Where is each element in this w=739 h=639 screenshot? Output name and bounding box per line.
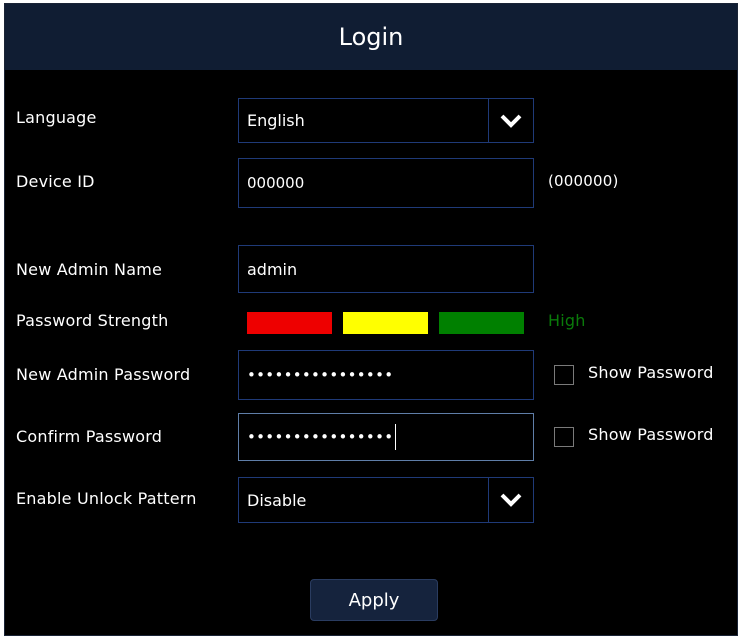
chevron-down-icon[interactable] [488,99,533,142]
admin-password-input[interactable]: •••••••••••••••• [238,350,534,400]
dialog-title: Login [338,23,404,51]
language-label: Language [16,108,97,127]
admin-name-input[interactable]: admin [238,245,534,293]
show-password-label[interactable]: Show Password [588,363,714,382]
password-strength-label: Password Strength [16,311,169,330]
checkbox-unchecked-icon[interactable] [554,427,574,447]
language-value: English [247,111,305,130]
chevron-down-icon[interactable] [488,478,533,522]
unlock-pattern-label: Enable Unlock Pattern [16,489,197,508]
text-caret [395,424,397,450]
admin-password-label: New Admin Password [16,365,191,384]
admin-password-value: •••••••••••••••• [247,366,394,384]
strength-level-text: High [548,311,586,330]
confirm-password-value: •••••••••••••••• [247,428,394,446]
admin-name-label: New Admin Name [16,260,163,279]
unlock-pattern-value: Disable [247,490,307,510]
confirm-password-input[interactable]: •••••••••••••••• [238,413,534,461]
unlock-pattern-select[interactable]: Disable [238,477,534,523]
admin-name-value: admin [247,259,298,279]
language-select[interactable]: English [238,98,534,143]
device-id-value: 000000 [247,174,305,192]
title-bar: Login [5,4,737,70]
show-password-label[interactable]: Show Password [588,425,714,444]
strength-bar-medium [343,312,428,334]
apply-button[interactable]: Apply [310,579,438,621]
strength-bar-weak [247,312,332,334]
device-id-hint: (000000) [548,172,619,190]
device-id-label: Device ID [16,172,95,191]
device-id-input[interactable]: 000000 [238,158,534,208]
strength-bar-strong [439,312,524,334]
confirm-password-label: Confirm Password [16,427,163,446]
checkbox-unchecked-icon[interactable] [554,365,574,385]
